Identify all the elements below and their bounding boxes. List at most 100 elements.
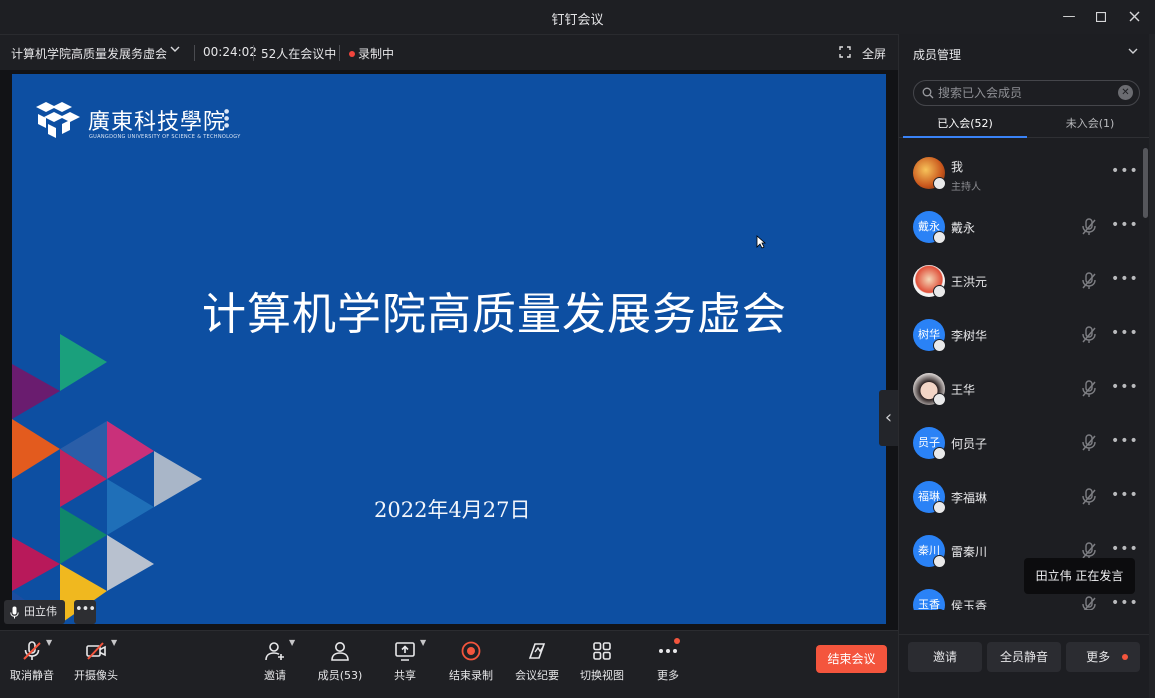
speaker-more-button[interactable]: ••• xyxy=(74,600,96,624)
shared-screen-area: 廣東科技學院 GUANGDONG UNIVERSITY OF SCIENCE &… xyxy=(0,70,898,630)
stop-recording-button[interactable]: 结束录制 xyxy=(439,641,503,691)
slide-date: 2022年4月27日 xyxy=(374,498,531,522)
mouse-cursor-icon xyxy=(756,235,766,249)
member-panel: 成员管理 ✕ 已入会(52) 未入会(1) 我 主持人 ••• xyxy=(898,34,1155,698)
close-icon[interactable] xyxy=(1122,6,1146,28)
member-more-icon[interactable]: ••• xyxy=(1111,379,1139,395)
unmute-options-caret[interactable]: ▼ xyxy=(46,638,52,647)
member-more-icon[interactable]: ••• xyxy=(1111,271,1139,287)
member-name: 何员子 xyxy=(951,437,988,451)
tab-joined[interactable]: 已入会(52) xyxy=(903,115,1027,131)
minutes-button[interactable]: 会议纪要 xyxy=(505,641,569,691)
members-icon xyxy=(331,642,349,661)
list-item[interactable]: 我 主持人 ••• xyxy=(899,148,1139,202)
end-meeting-button[interactable]: 结束会议 xyxy=(816,645,887,673)
active-tab-indicator xyxy=(903,136,1027,138)
panel-invite-button[interactable]: 邀请 xyxy=(908,642,982,672)
more-button[interactable]: 更多 xyxy=(636,641,700,691)
meeting-duration: 00:24:02 xyxy=(203,45,257,59)
record-stop-icon xyxy=(461,641,481,661)
member-more-icon[interactable]: ••• xyxy=(1111,217,1139,233)
avatar: 玉香 xyxy=(913,589,945,610)
list-item[interactable]: 树华 李树华 ••• xyxy=(899,310,1139,364)
camera-button[interactable]: 开摄像头 xyxy=(64,641,128,691)
member-panel-footer: 邀请 全员静音 更多 xyxy=(899,634,1155,698)
mic-badge-icon xyxy=(933,393,946,406)
participant-count[interactable]: 52人在会议中 xyxy=(261,45,336,62)
unmute-button[interactable]: 取消静音 xyxy=(0,641,64,691)
member-panel-header: 成员管理 xyxy=(899,34,1155,70)
mic-muted-icon[interactable] xyxy=(1081,326,1097,344)
mic-muted-icon[interactable] xyxy=(1081,434,1097,452)
meeting-info-bar: 计算机学院高质量发展务虚会 00:24:02 52人在会议中 录制中 全屏 xyxy=(0,34,898,70)
list-item[interactable]: 员子 何员子 ••• xyxy=(899,418,1139,472)
school-logo-icon xyxy=(36,102,80,138)
active-speaker-tag: 田立伟 xyxy=(4,600,65,624)
share-screen-icon xyxy=(395,642,415,661)
decorative-triangles xyxy=(12,334,202,624)
share-button[interactable]: 共享 xyxy=(373,641,437,691)
mic-muted-icon[interactable] xyxy=(1081,380,1097,398)
title-bar: 钉钉会议 — xyxy=(0,0,1155,34)
member-search-input[interactable] xyxy=(938,83,1118,103)
clear-search-icon[interactable]: ✕ xyxy=(1118,85,1133,100)
fullscreen-button[interactable]: 全屏 xyxy=(862,45,886,62)
panel-more-button[interactable]: 更多 xyxy=(1066,642,1140,672)
mic-muted-icon[interactable] xyxy=(1081,596,1097,610)
members-button[interactable]: 成员(53) xyxy=(308,641,372,691)
panel-title: 成员管理 xyxy=(913,48,962,62)
mic-badge-icon xyxy=(933,501,946,514)
more-dots-icon xyxy=(659,649,677,653)
meeting-title[interactable]: 计算机学院高质量发展务虚会 xyxy=(11,45,167,62)
fullscreen-icon[interactable] xyxy=(839,46,851,61)
list-item[interactable]: 王洪元 ••• xyxy=(899,256,1139,310)
mic-badge-icon xyxy=(933,231,946,244)
list-item[interactable]: 王华 ••• xyxy=(899,364,1139,418)
meeting-toolbar: 取消静音 ▼ 开摄像头 ▼ 邀请 ▼ 成员(53) 共享 ▼ 结束录制 会议纪要 xyxy=(0,630,898,698)
notification-dot xyxy=(674,638,680,644)
presentation-slide: 廣東科技學院 GUANGDONG UNIVERSITY OF SCIENCE &… xyxy=(12,74,886,624)
collapse-chevron-icon[interactable] xyxy=(1127,45,1139,60)
invite-options-caret[interactable]: ▼ xyxy=(289,638,295,647)
mic-muted-icon xyxy=(23,641,41,660)
member-list-scrollbar[interactable] xyxy=(1143,148,1148,218)
logo-seal: ● ● ● xyxy=(224,108,230,129)
mic-badge-icon xyxy=(933,555,946,568)
member-name: 雷秦川 xyxy=(951,545,988,559)
mic-muted-icon[interactable] xyxy=(1081,272,1097,290)
member-more-icon[interactable]: ••• xyxy=(1111,325,1139,341)
recording-status: 录制中 xyxy=(358,47,395,61)
chevron-down-icon[interactable] xyxy=(169,43,181,58)
list-item[interactable]: 福琳 李福琳 ••• xyxy=(899,472,1139,526)
member-more-icon[interactable]: ••• xyxy=(1111,541,1139,557)
member-more-icon[interactable]: ••• xyxy=(1111,163,1139,179)
mic-badge-icon xyxy=(933,447,946,460)
mic-badge-icon xyxy=(933,177,946,190)
member-name: 戴永 xyxy=(951,221,976,235)
invite-button[interactable]: 邀请 xyxy=(243,641,307,691)
mic-muted-icon[interactable] xyxy=(1081,218,1097,236)
list-item[interactable]: 戴永 戴永 ••• xyxy=(899,202,1139,256)
member-name: 侯玉香 xyxy=(951,599,988,610)
slide-title: 计算机学院高质量发展务虚会 xyxy=(202,289,787,340)
collapse-panel-button[interactable]: ‹ xyxy=(879,390,898,446)
switch-view-button[interactable]: 切换视图 xyxy=(570,641,634,691)
school-name-en: GUANGDONG UNIVERSITY OF SCIENCE & TECHNO… xyxy=(89,134,241,140)
member-more-icon[interactable]: ••• xyxy=(1111,433,1139,449)
tab-not-joined[interactable]: 未入会(1) xyxy=(1028,115,1152,131)
member-list: 我 主持人 ••• 戴永 戴永 ••• 王洪元 ••• 树华 李树华 ••• 王… xyxy=(899,148,1155,610)
member-role: 主持人 xyxy=(951,182,981,193)
camera-options-caret[interactable]: ▼ xyxy=(111,638,117,647)
speaker-name: 田立伟 xyxy=(24,605,57,618)
mic-muted-icon[interactable] xyxy=(1081,488,1097,506)
member-tabs: 已入会(52) 未入会(1) xyxy=(899,110,1155,138)
maximize-icon[interactable] xyxy=(1089,6,1113,28)
member-name: 我 xyxy=(951,160,964,174)
member-more-icon[interactable]: ••• xyxy=(1111,595,1139,610)
notification-dot xyxy=(1121,654,1128,660)
minimize-icon[interactable]: — xyxy=(1057,6,1081,28)
mute-all-button[interactable]: 全员静音 xyxy=(987,642,1061,672)
member-more-icon[interactable]: ••• xyxy=(1111,487,1139,503)
meeting-window: 钉钉会议 — 计算机学院高质量发展务虚会 00:24:02 52人在会议中 录制… xyxy=(0,0,1155,698)
share-options-caret[interactable]: ▼ xyxy=(420,638,426,647)
